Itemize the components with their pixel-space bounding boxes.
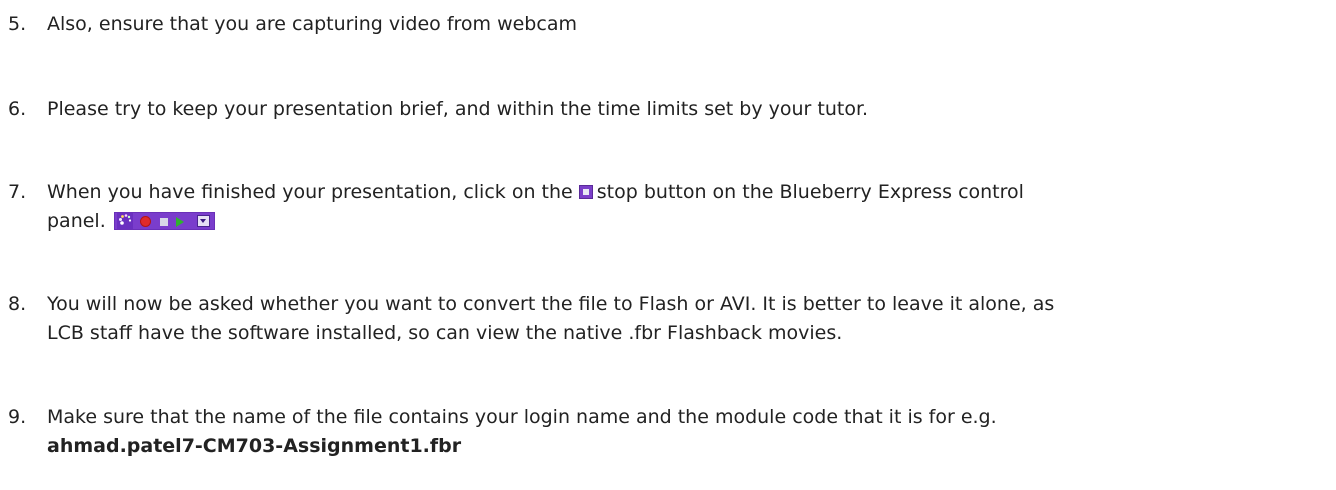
item-text: When you have finished your presentation…: [47, 181, 1024, 232]
flashback-logo-icon: [116, 213, 133, 229]
record-icon: [139, 216, 151, 227]
item-text: Make sure that the name of the file cont…: [47, 403, 1322, 461]
item-text: Please try to keep your presentation bri…: [47, 98, 869, 120]
play-icon: [175, 217, 184, 227]
blueberry-express-control-panel: [113, 212, 215, 230]
item-text: You will now be asked whether you want t…: [47, 293, 1055, 344]
dropdown-icon: [196, 215, 210, 227]
item-number: 6.: [8, 98, 27, 120]
item-number: 9.: [8, 406, 27, 428]
item-number: 8.: [8, 293, 27, 315]
example-filename: ahmad.patel7-CM703-Assignment1.fbr: [47, 435, 462, 457]
item-number: 7.: [8, 181, 27, 203]
item-text: Also, ensure that you are capturing vide…: [47, 13, 577, 35]
item-number: 5.: [8, 13, 27, 35]
stop-button-icon: [578, 185, 593, 199]
stop-icon: [159, 218, 168, 226]
